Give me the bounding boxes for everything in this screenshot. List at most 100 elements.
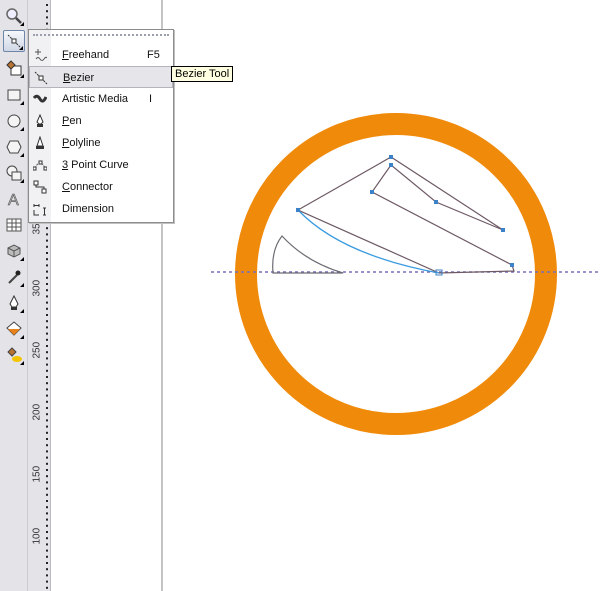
- toolbox: A: [0, 0, 28, 591]
- curve-tool[interactable]: [3, 30, 25, 52]
- bezier-path[interactable]: [296, 156, 515, 274]
- ruler-label: 300: [31, 279, 43, 297]
- shortcut: F5: [147, 49, 160, 61]
- node[interactable]: [389, 163, 393, 167]
- node[interactable]: [501, 228, 505, 232]
- svg-text:A: A: [8, 192, 19, 207]
- ruler-tick: [46, 555, 48, 558]
- ruler-tick: [46, 270, 48, 273]
- menu-item-freehand[interactable]: Freehand F5: [29, 44, 173, 66]
- ruler-tick: [46, 363, 48, 366]
- ruler-tick: [46, 245, 48, 248]
- ruler-tick: [46, 10, 48, 13]
- menu-item-pen[interactable]: Pen: [29, 110, 173, 132]
- node[interactable]: [434, 200, 438, 204]
- ruler-tick: [46, 326, 48, 329]
- node[interactable]: [389, 155, 393, 159]
- small-curved-shape[interactable]: [272, 235, 344, 274]
- ruler-tick: [46, 481, 48, 484]
- eyedropper-tool[interactable]: [3, 266, 25, 288]
- curve-flyout-menu: Freehand F5 Bezier Artistic Media I Pen …: [28, 29, 174, 223]
- menu-item-dimension[interactable]: Dimension: [29, 198, 173, 220]
- ruler-tick: [46, 568, 48, 571]
- ruler-tick: [46, 233, 48, 236]
- ruler-tick: [46, 506, 48, 509]
- ruler-tick: [46, 400, 48, 403]
- path-nodes: [296, 155, 514, 276]
- text-tool[interactable]: A: [3, 188, 25, 210]
- connector-icon: [33, 180, 47, 194]
- three-point-curve-icon: [33, 160, 47, 171]
- pen-icon: [36, 114, 44, 127]
- table-icon: [6, 218, 22, 232]
- freehand-icon: [35, 49, 47, 61]
- ruler-tick: [46, 258, 48, 261]
- ruler-tick: [46, 382, 48, 385]
- menu-item-label: reehand: [68, 49, 110, 61]
- ruler-tick: [46, 264, 48, 267]
- ruler-tick: [46, 320, 48, 323]
- ruler-tick: [46, 301, 48, 304]
- menu-item-label: Dimension: [62, 203, 114, 215]
- basic-shapes-tool[interactable]: [3, 162, 25, 184]
- ruler-label: 250: [31, 341, 43, 359]
- menu-item-polyline[interactable]: Polyline: [29, 132, 173, 154]
- polyline-icon: [36, 136, 44, 149]
- menu-item-label: onnector: [69, 181, 113, 193]
- ruler-tick: [46, 307, 48, 310]
- ruler-tick: [46, 239, 48, 242]
- ruler-tick: [46, 338, 48, 341]
- ruler-tick: [46, 22, 48, 25]
- dimension-icon: [33, 204, 46, 216]
- ruler-tick: [46, 524, 48, 527]
- menu-item-3-point-curve[interactable]: 3 Point Curve: [29, 154, 173, 176]
- ruler-tick: [46, 444, 48, 447]
- ruler-tick: [46, 376, 48, 378]
- ruler-tick: [46, 252, 48, 254]
- ruler-tick: [46, 531, 48, 533]
- ruler-tick: [46, 388, 48, 391]
- ruler-tick: [46, 438, 48, 440]
- ruler-tick: [46, 425, 48, 428]
- table-tool[interactable]: [3, 214, 25, 236]
- ruler-tick: [46, 562, 48, 564]
- ruler-tick: [46, 227, 48, 230]
- node[interactable]: [296, 208, 300, 212]
- outline-tool[interactable]: [3, 292, 25, 314]
- tooltip: Bezier Tool: [171, 66, 234, 82]
- node[interactable]: [370, 190, 374, 194]
- ellipse-tool[interactable]: [3, 110, 25, 132]
- polygon-tool[interactable]: [3, 136, 25, 158]
- ruler-tick: [46, 413, 48, 416]
- menu-item-artistic-media[interactable]: Artistic Media I: [29, 88, 173, 110]
- fill-tool[interactable]: [3, 318, 25, 340]
- ruler-tick: [46, 450, 48, 453]
- ruler-tick: [46, 394, 48, 397]
- ruler-tick: [46, 475, 48, 478]
- ruler-tick: [46, 345, 48, 347]
- ruler-tick: [46, 469, 48, 471]
- ruler-tick: [46, 289, 48, 292]
- node[interactable]: [510, 263, 514, 267]
- ruler-tick: [46, 407, 48, 409]
- ruler-label: 150: [31, 465, 43, 483]
- rectangle-tool[interactable]: [3, 84, 25, 106]
- bezier-icon: [34, 71, 48, 85]
- ruler-tick: [46, 357, 48, 360]
- interactive-tool[interactable]: [3, 240, 25, 262]
- menu-item-label: Artistic Media: [62, 93, 129, 105]
- tearoff-handle[interactable]: [33, 34, 169, 36]
- smart-fill-tool[interactable]: [3, 57, 25, 79]
- ruler-tick: [46, 493, 48, 496]
- ruler-tick: [46, 283, 48, 285]
- menu-item-connector[interactable]: Connector: [29, 176, 173, 198]
- ruler-tick: [46, 295, 48, 298]
- ruler-tick: [46, 543, 48, 546]
- menu-item-bezier[interactable]: Bezier: [29, 66, 173, 88]
- interactive-fill-tool[interactable]: [3, 344, 25, 366]
- ruler-tick: [46, 456, 48, 459]
- zoom-tool[interactable]: [3, 5, 25, 27]
- menu-item-label: ezier: [70, 72, 95, 84]
- menu-item-label: Point Curve: [68, 159, 129, 171]
- ruler-tick: [46, 586, 48, 589]
